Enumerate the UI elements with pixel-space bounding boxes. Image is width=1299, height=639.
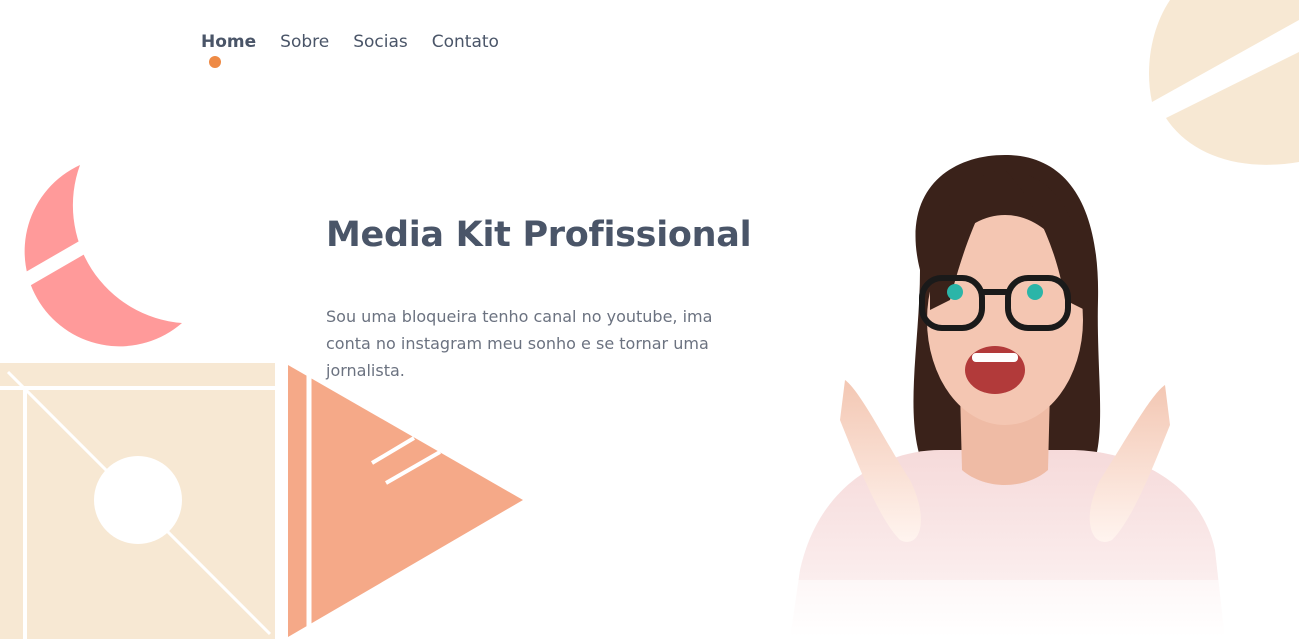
nav-item-contato[interactable]: Contato: [432, 30, 499, 54]
main-nav: Home Sobre Socias Contato: [201, 30, 499, 54]
pink-crescent-shape: [0, 165, 182, 347]
hero-person-image: [780, 155, 1230, 639]
nav-item-socias[interactable]: Socias: [353, 30, 408, 54]
nav-item-home[interactable]: Home: [201, 30, 256, 54]
cream-disc-shape: [1149, 0, 1299, 165]
cream-square-shape: [0, 363, 275, 639]
hero-description: Sou uma bloqueira tenho canal no youtube…: [326, 307, 713, 380]
salmon-triangle-shape: [288, 365, 523, 637]
hero-title: Media Kit Profissional: [326, 215, 752, 255]
active-nav-indicator: [209, 56, 221, 68]
nav-item-sobre[interactable]: Sobre: [280, 30, 329, 54]
